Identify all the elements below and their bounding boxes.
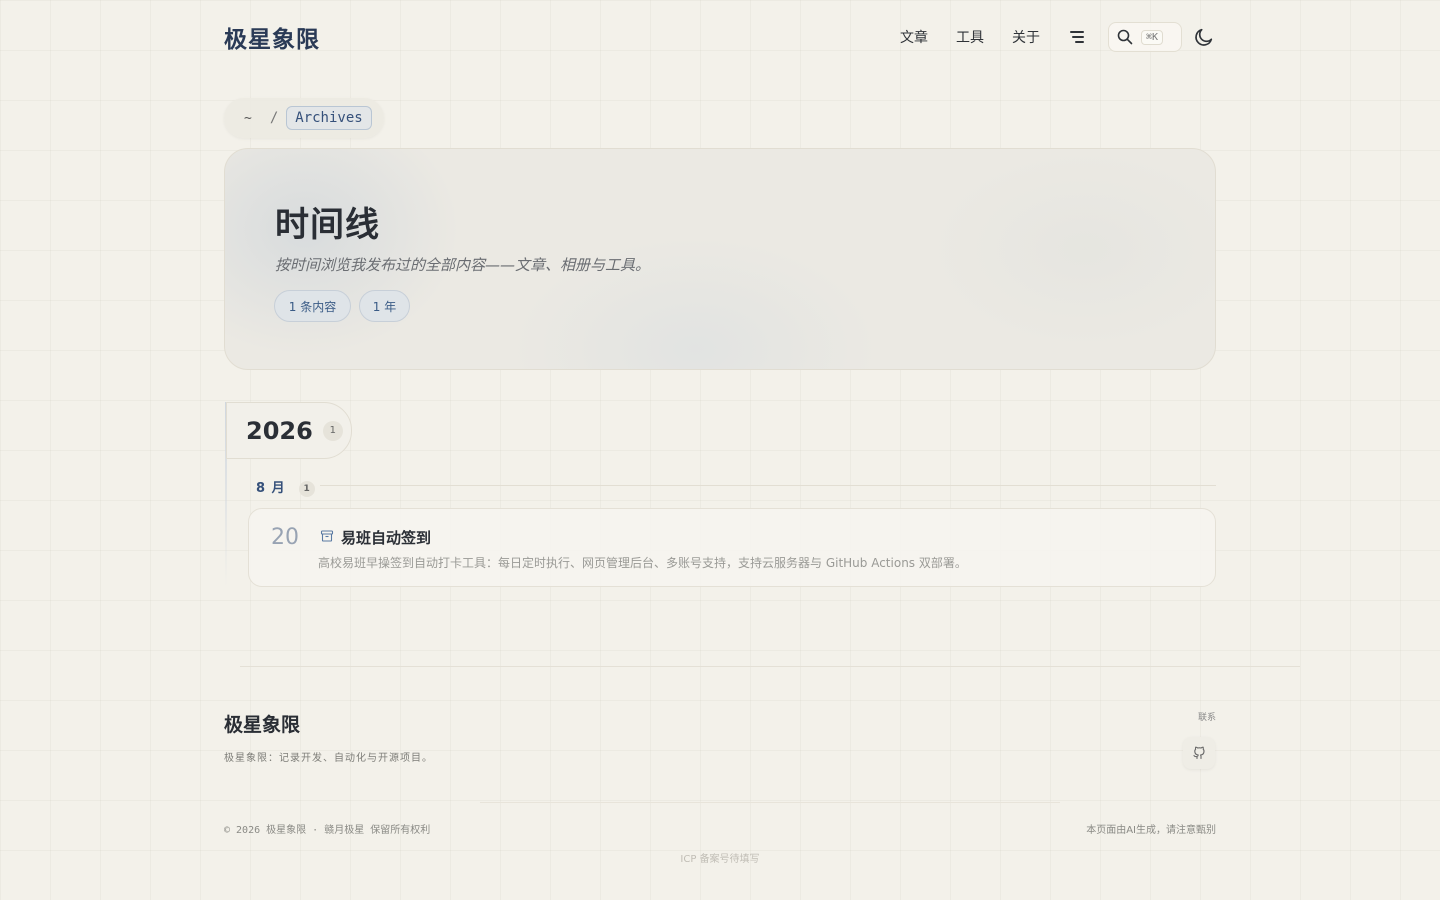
post-day: 20	[271, 525, 299, 550]
month-divider	[320, 485, 1216, 486]
post-title[interactable]: 易班自动签到	[341, 527, 431, 548]
month-text: 8 月	[256, 481, 286, 496]
breadcrumb: ~ / Archives	[224, 98, 384, 138]
nav-link-tools[interactable]: 工具	[956, 27, 984, 47]
site-logo[interactable]: 极星象限	[224, 20, 320, 54]
year-count-badge: 1	[322, 420, 343, 441]
search-shortcut: ⌘K	[1141, 29, 1164, 45]
year-label: 2026	[246, 416, 313, 445]
site-header: 极星象限 文章 工具 关于 ⌘K	[224, 20, 1216, 54]
menu-icon[interactable]	[1066, 30, 1084, 44]
main-nav: 文章 工具 关于 ⌘K	[872, 22, 1216, 52]
copyright-text: © 2026 极星象限 · 赣月极星 保留所有权利	[224, 825, 431, 836]
github-link[interactable]	[1183, 737, 1215, 769]
breadcrumb-home[interactable]: ~	[244, 111, 252, 126]
search-button[interactable]: ⌘K	[1108, 22, 1182, 52]
footer-logo[interactable]: 极星象限	[224, 710, 300, 737]
page-subtitle: 按时间浏览我发布过的全部内容——文章、相册与工具。	[275, 256, 651, 274]
ai-notice: 本页面由AI生成，请注意甄别	[1086, 825, 1216, 836]
month-count-badge: 1	[299, 481, 316, 497]
search-icon	[1117, 29, 1133, 45]
contact-label: 联系	[1197, 713, 1216, 723]
nav-link-articles[interactable]: 文章	[900, 27, 928, 47]
theme-toggle-button[interactable]	[1192, 25, 1216, 49]
footer-divider	[240, 666, 1300, 667]
page: 极星象限 文章 工具 关于 ⌘K ~ / Archives 时间线 按时间浏览我…	[0, 0, 1440, 900]
footer-description: 极星象限：记录开发、自动化与开源项目。	[224, 753, 433, 764]
item-count-chip: 1 条内容	[274, 290, 351, 322]
archive-box-icon	[320, 530, 334, 542]
breadcrumb-current: Archives	[286, 106, 372, 130]
hero-card: 时间线 按时间浏览我发布过的全部内容——文章、相册与工具。 1 条内容 1 年	[224, 148, 1216, 370]
month-label: 8 月 1	[256, 477, 316, 497]
footer-divider-bottom	[480, 802, 1060, 803]
breadcrumb-separator: /	[269, 110, 279, 126]
github-icon	[1193, 746, 1205, 760]
icp-record[interactable]: ICP 备案号待填写	[0, 850, 1440, 865]
year-header[interactable]: 2026 1	[226, 402, 352, 459]
year-count-chip: 1 年	[359, 290, 410, 322]
moon-icon	[1195, 28, 1213, 46]
page-title: 时间线	[275, 205, 380, 245]
timeline-post[interactable]: 20 易班自动签到 高校易班早操签到自动打卡工具：每日定时执行、网页管理后台、多…	[248, 508, 1216, 587]
post-description: 高校易班早操签到自动打卡工具：每日定时执行、网页管理后台、多账号支持，支持云服务…	[318, 556, 967, 570]
nav-link-about[interactable]: 关于	[1012, 27, 1040, 47]
